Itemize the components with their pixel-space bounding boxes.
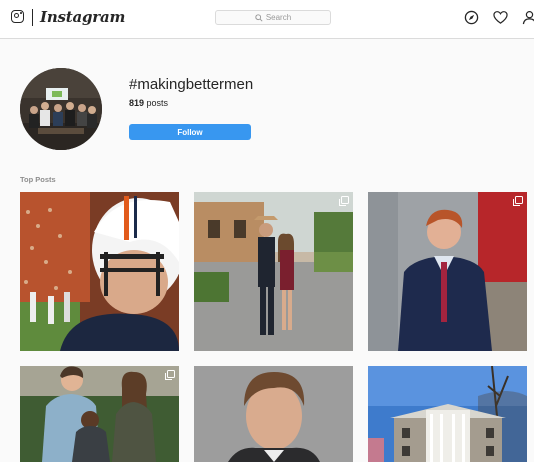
multiple-photos-icon xyxy=(338,196,349,206)
search-placeholder: Search xyxy=(265,13,292,22)
instagram-wordmark[interactable]: Instagram xyxy=(40,8,125,26)
logo-divider xyxy=(32,9,33,26)
post-tile-6[interactable] xyxy=(368,366,527,462)
post-tile-2[interactable] xyxy=(194,192,353,351)
heart-icon[interactable] xyxy=(493,10,508,25)
search-input[interactable]: Search xyxy=(215,10,331,25)
search-icon xyxy=(255,13,263,22)
post-tile-1[interactable] xyxy=(20,192,179,351)
multiple-photos-icon xyxy=(164,370,175,380)
multiple-photos-icon xyxy=(512,196,523,206)
post-count-label: posts xyxy=(144,98,169,108)
hashtag-title: #makingbettermen xyxy=(129,76,254,93)
top-posts-heading: Top Posts xyxy=(20,175,56,184)
hashtag-avatar xyxy=(20,68,102,150)
post-tile-4[interactable] xyxy=(20,366,179,462)
compass-icon[interactable] xyxy=(464,10,479,25)
top-nav: Instagram Search xyxy=(0,0,534,39)
instagram-logo-icon[interactable] xyxy=(11,10,24,23)
post-tile-3[interactable] xyxy=(368,192,527,351)
post-tile-5[interactable] xyxy=(194,366,353,462)
post-count: 819 posts xyxy=(129,98,168,108)
follow-button[interactable]: Follow xyxy=(129,124,251,140)
person-icon[interactable] xyxy=(522,10,534,25)
post-count-number: 819 xyxy=(129,98,145,108)
